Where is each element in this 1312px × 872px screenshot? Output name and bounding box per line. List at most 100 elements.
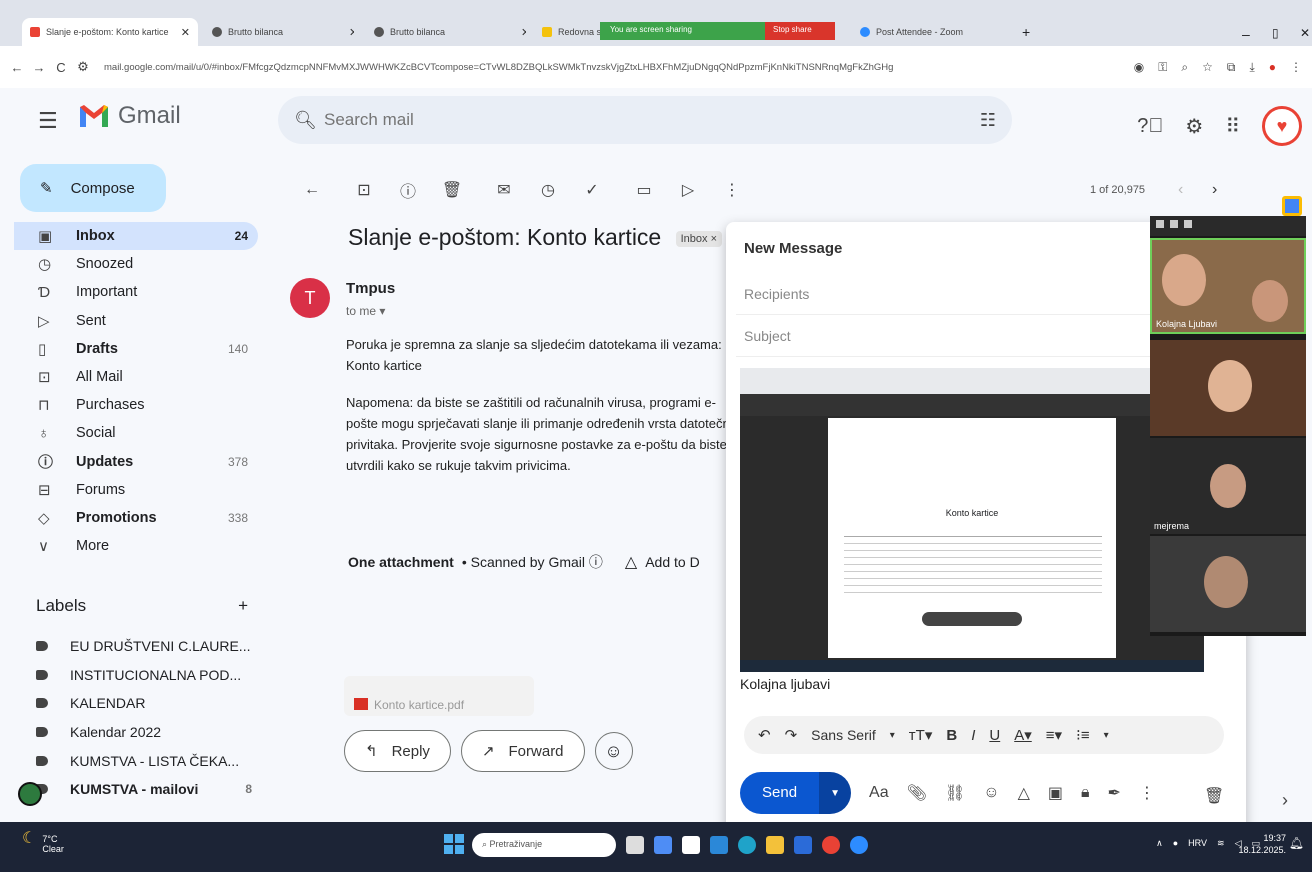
close-tab-icon[interactable]: ✕ [521,26,526,39]
move-to-icon[interactable]: ▭ [622,180,666,200]
tab-redovna[interactable]: Redovna sk... [534,18,600,46]
archive-icon[interactable]: ⊡ [342,180,386,200]
sender-name[interactable]: Tmpus [346,280,395,297]
subject-field[interactable]: Subject [744,328,791,344]
calendar-side-panel-icon[interactable] [1282,196,1302,216]
settings-gear-icon[interactable]: ⚙ [1185,114,1203,139]
attach-file-icon[interactable]: 📎︎ [907,783,927,803]
signature-text[interactable]: Kolajna ljubavi [740,676,830,692]
insert-link-icon[interactable]: ⛓ [945,783,965,803]
confidential-mode-icon[interactable]: 🔒︎ [1081,784,1090,802]
main-menu-icon[interactable]: ☰ [38,108,58,134]
new-tab-icon[interactable]: + [1022,24,1030,40]
browser-menu-icon[interactable]: ⋮ [1290,60,1302,75]
forward-button[interactable]: ↗ Forward [460,730,585,772]
text-size-icon[interactable]: тТ▾ [909,726,933,744]
close-tab-icon[interactable]: ✕ [349,26,354,39]
account-avatar[interactable]: ♥ [1262,106,1302,146]
label-item[interactable]: INSTITUCIONALNA POD... [36,661,266,690]
formatting-options-icon[interactable]: Aa [869,784,889,802]
sidebar-item-promotions[interactable]: ◇ Promotions 338 [14,504,258,532]
send-button[interactable]: Send ▼ [740,772,852,814]
expand-side-panel-icon[interactable]: › [1282,790,1288,811]
explorer-app-icon[interactable] [710,836,728,854]
sidebar-item-drafts[interactable]: ▯ Drafts 140 [14,335,258,363]
compose-button[interactable]: ✎ Compose [20,164,166,212]
redo-icon[interactable]: ↷ [785,726,798,744]
sidebar-item-inbox[interactable]: ▣ Inbox 24 [14,222,258,251]
add-to-drive-label[interactable]: Add to D [645,554,699,570]
reload-icon[interactable]: C [50,60,72,75]
gallery-view-icon[interactable] [1184,220,1192,228]
wifi-icon[interactable]: ≋ [1217,838,1225,849]
underline-icon[interactable]: U [989,727,1000,744]
add-to-drive-icon[interactable]: △ [625,552,637,572]
sidebar-item-important[interactable]: Ɗ Important [14,278,258,306]
minimize-panel-icon[interactable] [1156,220,1164,228]
add-task-icon[interactable]: ✓ [570,180,614,200]
font-dropdown-icon[interactable]: ▾ [890,730,895,741]
extension-icon[interactable]: ◉ [1134,60,1144,75]
sidebar-item-purchases[interactable]: ⊓ Purchases [14,391,258,419]
gmail-logo[interactable]: Gmail [78,102,181,130]
undo-icon[interactable]: ↶ [758,726,771,744]
help-icon[interactable]: ?⃝ [1137,115,1163,138]
label-item[interactable]: KALENDAR [36,689,266,718]
profile-extension-icon[interactable]: ● [1269,60,1276,75]
windows-start-icon[interactable] [444,834,464,854]
more-actions-icon[interactable]: ⋮ [710,180,754,200]
recipient-details[interactable]: to me ▾ [346,304,385,318]
notifications-icon[interactable]: 🔔︎ [1289,836,1304,850]
layout-icon[interactable] [1170,220,1178,228]
participant-tile[interactable] [1150,340,1306,436]
numbered-list-icon[interactable]: ⁝≡ [1076,726,1090,744]
files-app-icon[interactable] [766,836,784,854]
delete-icon[interactable]: 🗑︎ [430,180,474,200]
insert-emoji-icon[interactable]: ☺ [983,784,999,802]
minimize-window-icon[interactable]: – [1242,26,1250,42]
label-item[interactable]: EU DRUŠTVENI C.LAURE... [36,632,266,661]
more-formatting-icon[interactable]: ▾ [1104,730,1109,741]
label-item[interactable]: KUMSTVA - mailovi 8 [36,775,266,804]
store-app-icon[interactable] [682,836,700,854]
text-color-icon[interactable]: A▾ [1014,726,1032,744]
zoom-lens-icon[interactable]: ⌕ [1181,60,1188,75]
participant-tile[interactable]: mejrema [1150,438,1306,534]
tab-gmail[interactable]: Slanje e-poštom: Konto kartice ✕ [22,18,198,46]
close-tab-icon[interactable]: ✕ [181,26,190,39]
close-window-icon[interactable]: ✕ [1300,26,1310,40]
password-key-icon[interactable]: ⚿ [1158,60,1167,75]
tab-brutto-1[interactable]: Brutto bilanca ✕ [204,18,354,46]
inbox-label-badge[interactable]: Inbox × [675,230,722,247]
search-icon[interactable]: 🔍︎ [294,110,324,131]
edge-app-icon[interactable] [738,836,756,854]
recipients-field[interactable]: Recipients [744,286,809,302]
back-to-inbox-icon[interactable]: ← [290,181,334,199]
maximize-window-icon[interactable]: ▯ [1272,26,1279,40]
weather-widget[interactable]: ☾ 7°C Clear [22,831,64,855]
forward-icon[interactable]: → [28,60,50,75]
sidebar-item-sent[interactable]: ▷ Sent [14,307,258,335]
taskbar-clock[interactable]: 19:37 18.12.2025. [1238,832,1286,856]
insert-drive-icon[interactable]: △ [1018,783,1030,803]
participant-tile[interactable] [1150,536,1306,632]
attachment-card[interactable]: Konto kartice.pdf [344,676,534,716]
previous-message-icon[interactable]: ‹ [1178,181,1183,199]
more-options-icon[interactable]: ⋮ [1139,783,1155,803]
back-icon[interactable]: ← [6,60,28,75]
search-options-icon[interactable]: ☷ [980,110,996,131]
report-spam-icon[interactable]: ⓘ [386,178,430,202]
zoom-app-icon[interactable] [850,836,868,854]
italic-icon[interactable]: I [971,727,975,744]
task-view-icon[interactable] [626,836,644,854]
taskbar-search[interactable]: ⌕ Pretraživanje [472,833,616,857]
mark-unread-icon[interactable]: ✉ [482,180,526,200]
word-app-icon[interactable] [794,836,812,854]
url-input[interactable]: mail.google.com/mail/u/0/#inbox/FMfcgzQd… [104,62,904,73]
chrome-app-icon[interactable] [822,836,840,854]
reply-button[interactable]: ↰ Reply [344,730,451,772]
sidebar-item-forums[interactable]: ⊟ Forums [14,476,258,504]
stop-share-button[interactable]: Stop share [765,22,835,40]
tray-chevron-icon[interactable]: ∧ [1156,838,1163,849]
language-indicator[interactable]: HRV [1188,838,1207,849]
